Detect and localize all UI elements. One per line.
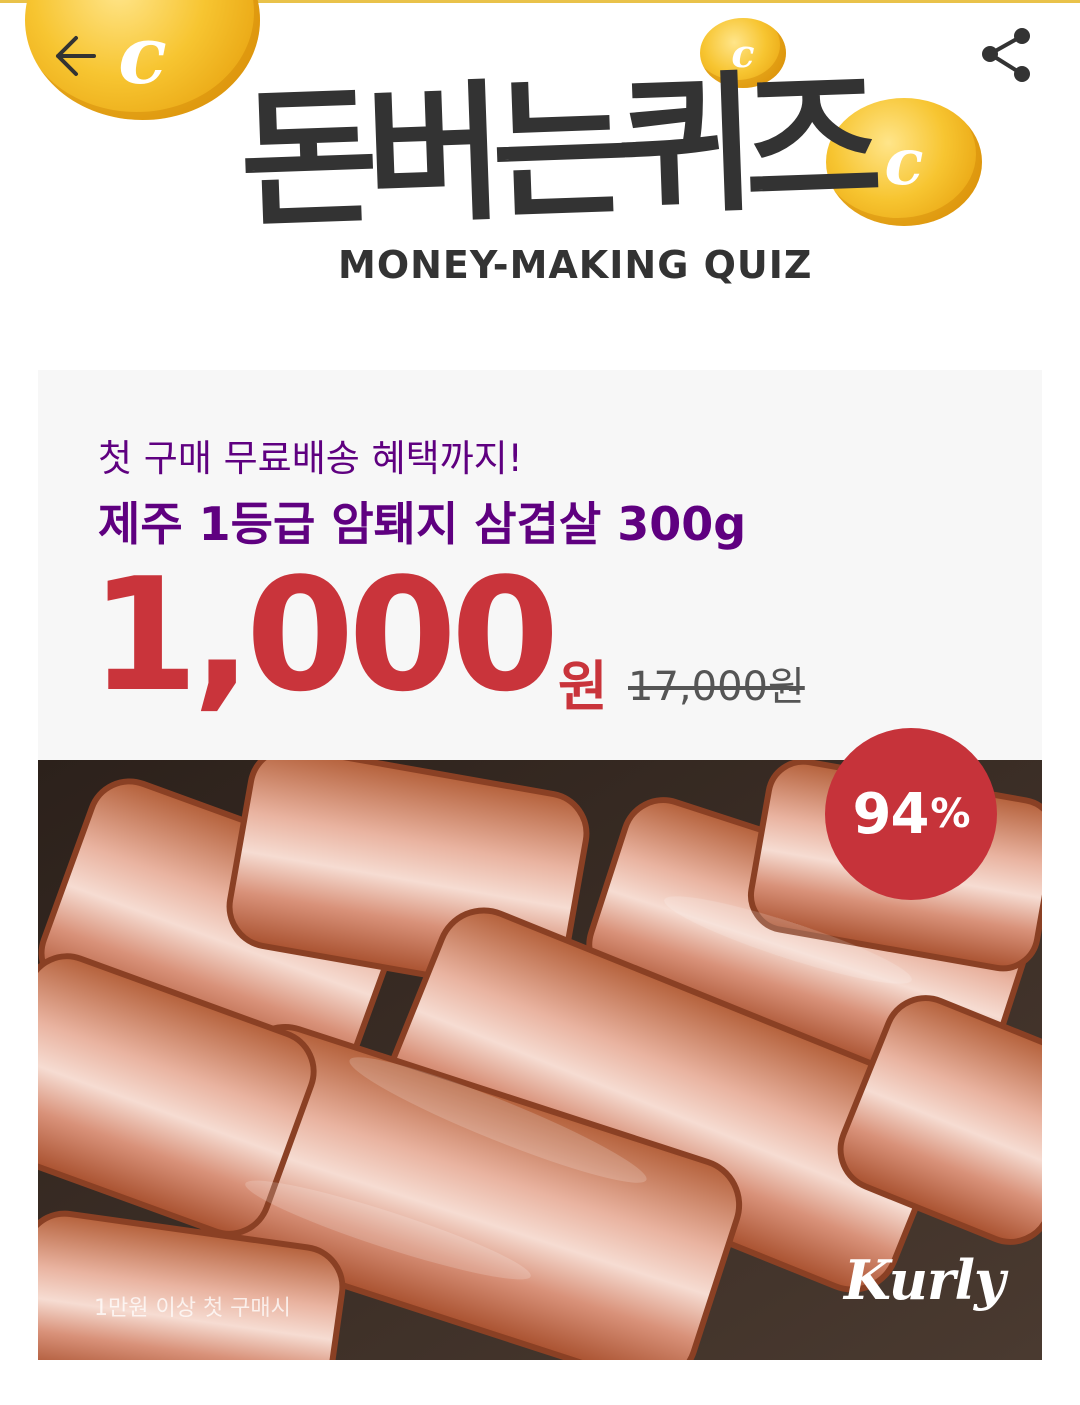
discount-unit: % [930, 791, 970, 837]
discount-badge: 94% [825, 728, 997, 900]
original-price: 17,000원 [628, 664, 805, 710]
footnote: 1만원 이상 첫 구매시 [94, 1296, 291, 1321]
quiz-title: 돈버는퀴즈 [237, 53, 873, 250]
share-button[interactable] [974, 24, 1038, 88]
sale-price: 1,000 [90, 544, 559, 726]
share-icon [982, 28, 1030, 82]
quiz-header: c c c 돈버는퀴즈 MONEY-MAKING QUIZ [0, 0, 1080, 330]
promo-subtitle: 첫 구매 무료배송 혜택까지! [98, 437, 523, 480]
discount-value: 94 [852, 781, 929, 847]
brand-logo: Kurly [844, 1248, 1005, 1312]
arrow-left-icon [56, 36, 96, 76]
promo-card[interactable]: 첫 구매 무료배송 혜택까지! 제주 1등급 암퇘지 삼겹살 300g 1,00… [38, 370, 1042, 1360]
quiz-subtitle-en: MONEY-MAKING QUIZ [338, 243, 813, 287]
back-button[interactable] [48, 26, 108, 86]
sale-price-unit: 원 [558, 655, 608, 718]
